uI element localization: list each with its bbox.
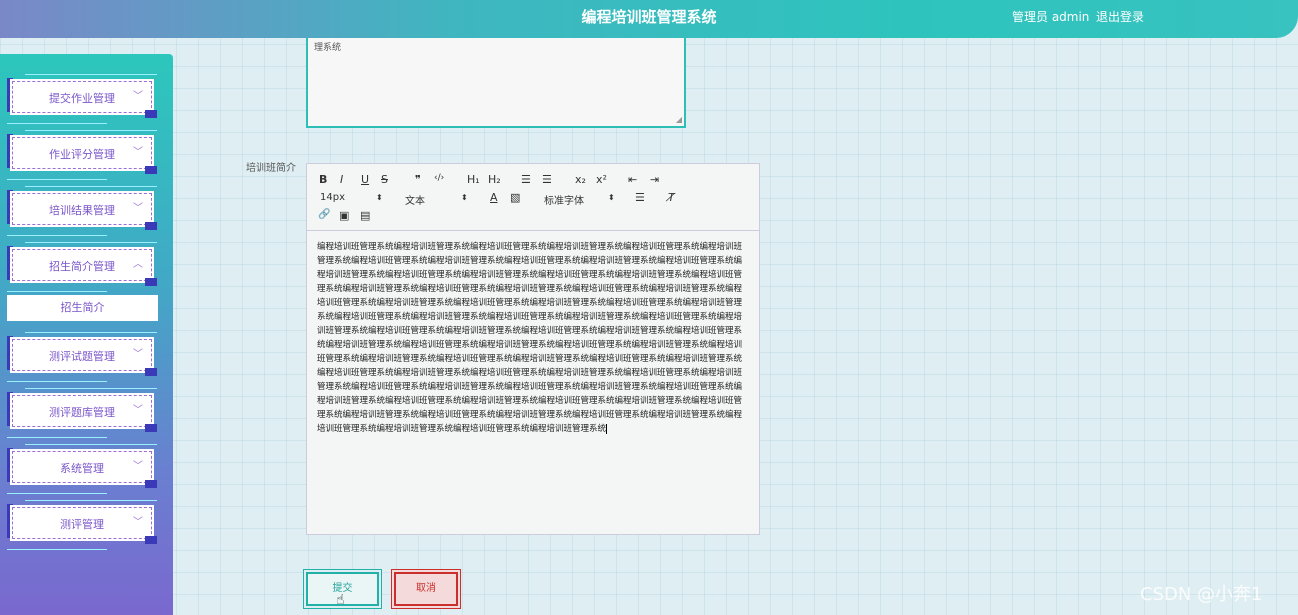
sidebar-item-training-results[interactable]: 培训结果管理 ﹀ xyxy=(7,186,157,236)
editor-content-text: 编程培训班管理系统编程培训班管理系统编程培训班管理系统编程培训班管理系统编程培训… xyxy=(317,242,743,434)
editor-toolbar: B I U S ❞ ‹/› H₁ H₂ ☰ ☰ x₂ x² ⇤ ⇥ 14px ⬍… xyxy=(307,164,759,231)
chevron-down-icon: ﹀ xyxy=(133,203,143,214)
previous-textarea-value: 理系统 xyxy=(314,43,342,53)
font-size-value: 14px xyxy=(320,192,345,203)
chevron-down-icon: ﹀ xyxy=(133,147,143,158)
chevron-up-icon: ︿ xyxy=(133,259,143,270)
text-color-icon[interactable]: A xyxy=(490,191,498,204)
resize-grip-icon[interactable]: ◢ xyxy=(676,115,682,124)
select-arrow-icon: ⬍ xyxy=(376,193,383,202)
outdent-icon[interactable]: ⇤ xyxy=(628,173,637,186)
font-size-select[interactable]: 14px ⬍ xyxy=(320,192,383,203)
clear-format-icon[interactable]: T̸ xyxy=(668,191,675,204)
italic-button[interactable]: I xyxy=(340,173,343,186)
sidebar-item-homework-grading[interactable]: 作业评分管理 ﹀ xyxy=(7,130,157,180)
code-icon[interactable]: ‹/› xyxy=(434,173,444,183)
sidebar-subitem-enrollment[interactable]: 招生简介 xyxy=(7,295,158,321)
intro-field-label: 培训班简介 xyxy=(246,163,296,174)
sidebar-item-question-bank[interactable]: 测评题库管理 ﹀ xyxy=(7,388,157,438)
superscript-button[interactable]: x² xyxy=(596,173,607,186)
chevron-down-icon: ﹀ xyxy=(133,517,143,528)
background-color-icon[interactable]: ▧ xyxy=(510,191,520,204)
text-style-select[interactable]: 文本 ⬍ xyxy=(405,192,468,207)
quote-icon[interactable]: ❞ xyxy=(415,173,421,186)
sidebar-item-evaluation[interactable]: 测评管理 ﹀ xyxy=(7,500,157,550)
chevron-down-icon: ﹀ xyxy=(133,405,143,416)
chevron-down-icon: ﹀ xyxy=(133,461,143,472)
video-icon[interactable]: ▤ xyxy=(360,209,370,222)
editor-content-area[interactable]: 编程培训班管理系统编程培训班管理系统编程培训班管理系统编程培训班管理系统编程培训… xyxy=(317,240,743,436)
sidebar-item-enrollment-intro[interactable]: 招生简介管理 ︿ xyxy=(7,242,157,292)
subscript-button[interactable]: x₂ xyxy=(575,173,586,186)
sidebar: 提交作业管理 ﹀ 作业评分管理 ﹀ 培训结果管理 ﹀ 招生简介管理 ︿ 招生简介… xyxy=(0,54,173,615)
chevron-down-icon: ﹀ xyxy=(133,91,143,102)
heading1-button[interactable]: H₁ xyxy=(467,173,480,186)
heading2-button[interactable]: H₂ xyxy=(488,173,501,186)
watermark: CSDN @小奔1 xyxy=(1140,584,1263,605)
bullet-list-icon[interactable]: ☰ xyxy=(542,173,552,186)
underline-button[interactable]: U xyxy=(361,173,369,186)
bold-button[interactable]: B xyxy=(319,173,327,186)
font-family-select[interactable]: 标准字体 ⬍ xyxy=(544,192,616,207)
previous-textarea[interactable]: 理系统 ◢ xyxy=(306,38,686,128)
font-family-value: 标准字体 xyxy=(544,196,584,207)
text-style-value: 文本 xyxy=(405,196,425,207)
rich-text-editor: B I U S ❞ ‹/› H₁ H₂ ☰ ☰ x₂ x² ⇤ ⇥ 14px ⬍… xyxy=(306,163,760,535)
current-user: 管理员 admin xyxy=(1012,10,1090,24)
text-caret xyxy=(606,423,608,434)
select-arrow-icon: ⬍ xyxy=(461,193,468,202)
logout-link[interactable]: 退出登录 xyxy=(1096,8,1144,25)
image-icon[interactable]: ▣ xyxy=(339,209,349,222)
strike-button[interactable]: S xyxy=(381,173,388,186)
link-icon[interactable]: 🔗 xyxy=(318,209,330,220)
ordered-list-icon[interactable]: ☰ xyxy=(521,173,531,186)
select-arrow-icon: ⬍ xyxy=(608,193,615,202)
top-header: 编程培训班管理系统 管理员 admin 退出登录 xyxy=(0,0,1298,38)
chevron-down-icon: ﹀ xyxy=(133,349,143,360)
indent-icon[interactable]: ⇥ xyxy=(650,173,659,186)
sidebar-item-test-questions[interactable]: 测评试题管理 ﹀ xyxy=(7,332,157,382)
hand-cursor-icon: ☝ xyxy=(336,592,345,608)
sidebar-item-submit-homework[interactable]: 提交作业管理 ﹀ xyxy=(7,74,157,124)
align-icon[interactable]: ☰ xyxy=(635,191,645,204)
sidebar-item-system[interactable]: 系统管理 ﹀ xyxy=(7,444,157,494)
cancel-button[interactable]: 取消 xyxy=(394,572,458,606)
